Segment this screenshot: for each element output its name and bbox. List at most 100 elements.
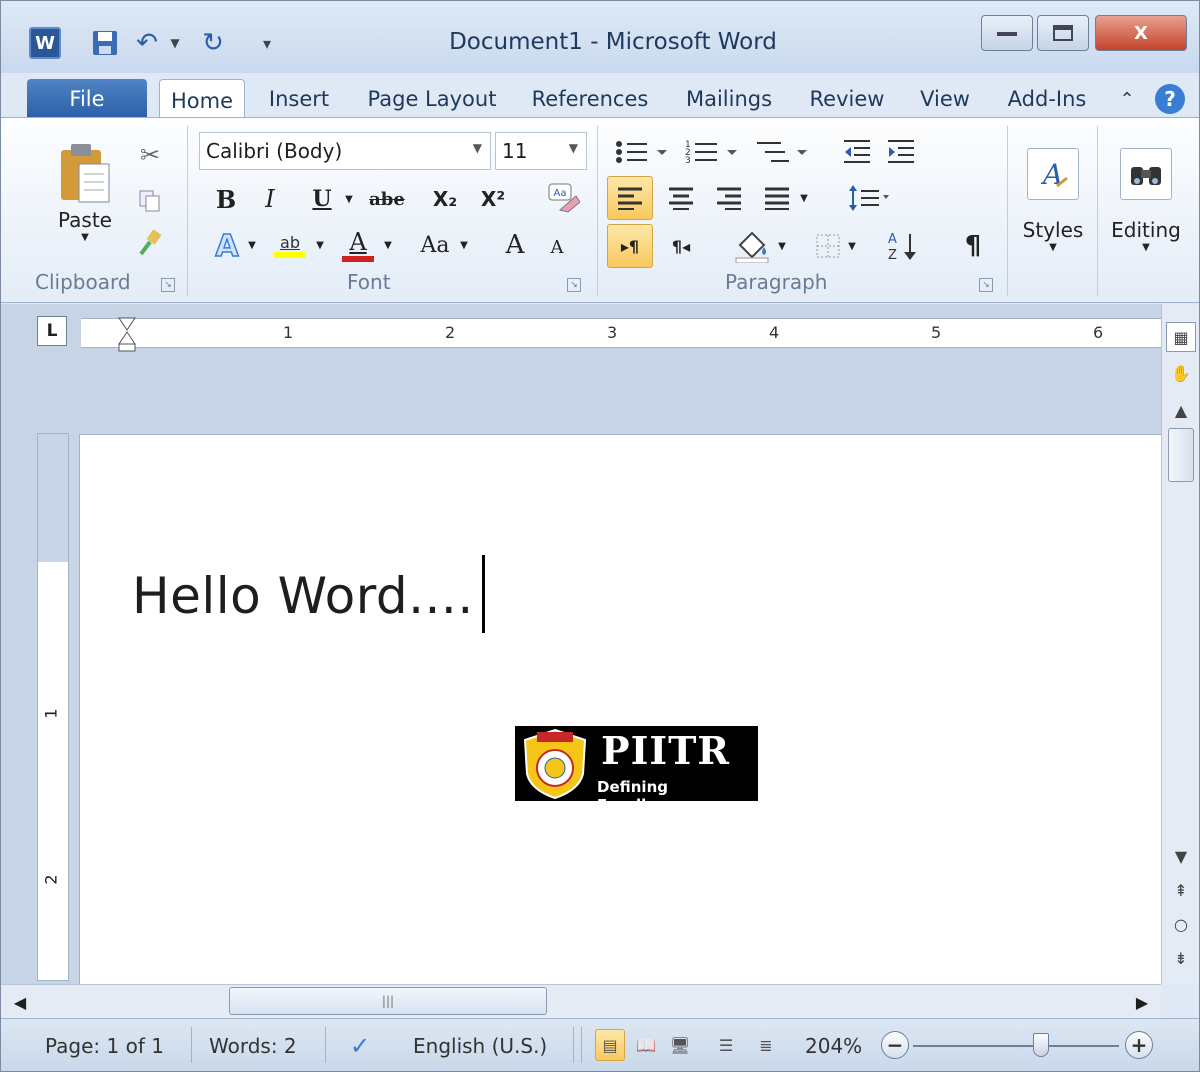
tab-page-layout[interactable]: Page Layout xyxy=(357,79,507,119)
page-count[interactable]: Page: 1 of 1 xyxy=(45,1029,164,1063)
bold-button[interactable]: B xyxy=(209,180,243,218)
align-center-button[interactable] xyxy=(661,176,701,220)
chevron-down-icon[interactable]: ▼ xyxy=(457,224,471,266)
font-color-button[interactable]: A xyxy=(337,224,379,266)
tab-add-ins[interactable]: Add-Ins xyxy=(997,79,1097,119)
right-to-left-icon[interactable]: ¶◂ xyxy=(661,224,701,268)
increase-indent-icon[interactable] xyxy=(881,134,921,170)
zoom-slider-thumb[interactable] xyxy=(1033,1033,1049,1057)
tab-references[interactable]: References xyxy=(523,79,657,119)
numbering-icon[interactable]: 123 xyxy=(681,134,745,170)
paste-dropdown-icon[interactable]: ▼ xyxy=(81,232,89,243)
format-painter-icon[interactable] xyxy=(133,226,167,260)
tab-mailings[interactable]: Mailings xyxy=(673,79,785,119)
subscript-button[interactable]: X₂ xyxy=(425,180,465,218)
font-size-combo[interactable]: 11 ▼ xyxy=(495,132,587,170)
cut-icon[interactable]: ✂ xyxy=(133,138,167,172)
maximize-button[interactable] xyxy=(1037,15,1089,51)
print-layout-icon[interactable]: ▤ xyxy=(595,1029,625,1061)
ruler-number: 5 xyxy=(931,323,942,342)
chevron-down-icon[interactable]: ▼ xyxy=(313,224,327,266)
view-ruler-icon[interactable]: ▦ xyxy=(1166,322,1196,352)
proofing-icon[interactable]: ✓ xyxy=(341,1029,379,1063)
zoom-level[interactable]: 204% xyxy=(805,1029,862,1063)
vertical-scrollbar[interactable]: ▦ ✋ ▲ ▼ ⇞ ○ ⇟ xyxy=(1161,304,1199,984)
minimize-button[interactable] xyxy=(981,15,1033,51)
title-bar: W ↶ ▼ ↻ ▾ Document1 - Microsoft Word X xyxy=(1,1,1199,73)
zoom-in-button[interactable]: + xyxy=(1125,1031,1153,1059)
scroll-right-icon[interactable]: ▶ xyxy=(1129,989,1155,1015)
justify-button[interactable] xyxy=(757,176,797,220)
text-effects-icon[interactable]: A xyxy=(207,224,247,266)
styles-icon: A xyxy=(1027,147,1079,200)
chevron-down-icon[interactable]: ▼ xyxy=(381,224,395,266)
document-page[interactable]: Hello Word.... xyxy=(79,434,1161,994)
horizontal-scroll-thumb[interactable]: ||| xyxy=(229,987,547,1015)
tab-review[interactable]: Review xyxy=(801,79,893,119)
select-browse-object-icon[interactable]: ○ xyxy=(1166,910,1196,938)
multilevel-list-icon[interactable] xyxy=(753,134,815,170)
superscript-button[interactable]: X² xyxy=(473,180,513,218)
web-layout-icon[interactable]: 🖥 xyxy=(665,1029,695,1061)
grow-font-button[interactable]: A xyxy=(497,224,533,266)
font-launcher-icon[interactable]: ↘ xyxy=(567,278,581,292)
vertical-scroll-thumb[interactable] xyxy=(1168,428,1194,482)
chevron-down-icon[interactable]: ▼ xyxy=(797,176,811,220)
left-to-right-icon[interactable]: ▸¶ xyxy=(607,224,653,268)
clipboard-launcher-icon[interactable]: ↘ xyxy=(161,278,175,292)
tab-insert[interactable]: Insert xyxy=(257,79,341,119)
outline-icon[interactable]: ☰ xyxy=(711,1029,741,1061)
line-spacing-icon[interactable] xyxy=(841,176,897,220)
horizontal-scrollbar[interactable]: ◀ ||| ▶ xyxy=(1,984,1161,1018)
clear-formatting-icon[interactable]: Aa xyxy=(541,178,585,218)
font-name-combo[interactable]: Calibri (Body) ▼ xyxy=(199,132,491,170)
decrease-indent-icon[interactable] xyxy=(837,134,877,170)
copy-icon[interactable] xyxy=(133,184,167,218)
shading-icon[interactable] xyxy=(729,224,775,268)
document-area: Hello Word.... xyxy=(1,364,1161,994)
show-hide-formatting-button[interactable]: ¶ xyxy=(953,224,993,268)
underline-button[interactable]: U xyxy=(305,180,339,218)
help-icon[interactable]: ? xyxy=(1151,79,1189,119)
zoom-slider-track[interactable] xyxy=(913,1045,1119,1047)
chevron-down-icon[interactable]: ▼ xyxy=(341,180,357,218)
word-count[interactable]: Words: 2 xyxy=(209,1029,297,1063)
draft-icon[interactable]: ≣ xyxy=(751,1029,781,1061)
scroll-left-icon[interactable]: ◀ xyxy=(7,989,33,1015)
align-left-button[interactable] xyxy=(607,176,653,220)
scroll-up-icon[interactable]: ▲ xyxy=(1166,396,1196,424)
document-text[interactable]: Hello Word.... xyxy=(132,567,474,625)
previous-page-icon[interactable]: ⇞ xyxy=(1166,876,1196,904)
bullets-icon[interactable] xyxy=(611,134,671,170)
next-page-icon[interactable]: ⇟ xyxy=(1166,944,1196,972)
chevron-down-icon[interactable]: ▼ xyxy=(245,224,259,266)
chevron-down-icon[interactable]: ▼ xyxy=(775,224,789,268)
shrink-font-button[interactable]: A xyxy=(541,228,573,266)
hand-icon[interactable]: ✋ xyxy=(1166,358,1196,388)
italic-button[interactable]: I xyxy=(253,180,287,218)
full-screen-reading-icon[interactable]: 📖 xyxy=(631,1029,661,1061)
paragraph-launcher-icon[interactable]: ↘ xyxy=(979,278,993,292)
tab-home[interactable]: Home xyxy=(159,79,245,121)
change-case-button[interactable]: Aa xyxy=(413,224,457,266)
strikethrough-button[interactable]: abe xyxy=(363,180,411,218)
highlight-button[interactable]: ab xyxy=(269,224,311,266)
close-button[interactable]: X xyxy=(1095,15,1187,51)
left-indent-marker[interactable] xyxy=(117,316,137,352)
chevron-down-icon[interactable]: ▼ xyxy=(845,224,859,268)
borders-icon[interactable] xyxy=(811,224,845,268)
align-right-button[interactable] xyxy=(709,176,749,220)
sort-icon[interactable]: AZ xyxy=(881,224,927,268)
styles-button[interactable]: A Styles ▼ xyxy=(1017,130,1089,270)
zoom-out-button[interactable]: − xyxy=(881,1031,909,1059)
scroll-down-icon[interactable]: ▼ xyxy=(1166,842,1196,870)
horizontal-ruler[interactable]: 1 2 3 4 5 6 xyxy=(81,317,1161,352)
vertical-ruler[interactable]: 1 2 xyxy=(37,433,69,981)
tab-file[interactable]: File xyxy=(27,79,147,119)
tab-view[interactable]: View xyxy=(907,79,983,119)
minimize-ribbon-icon[interactable]: ⌃ xyxy=(1111,79,1143,119)
editing-button[interactable]: Editing ▼ xyxy=(1103,130,1189,270)
paste-button[interactable]: Paste ▼ xyxy=(45,132,125,252)
language-indicator[interactable]: English (U.S.) xyxy=(413,1029,547,1063)
tab-selector-button[interactable]: L xyxy=(37,316,67,346)
